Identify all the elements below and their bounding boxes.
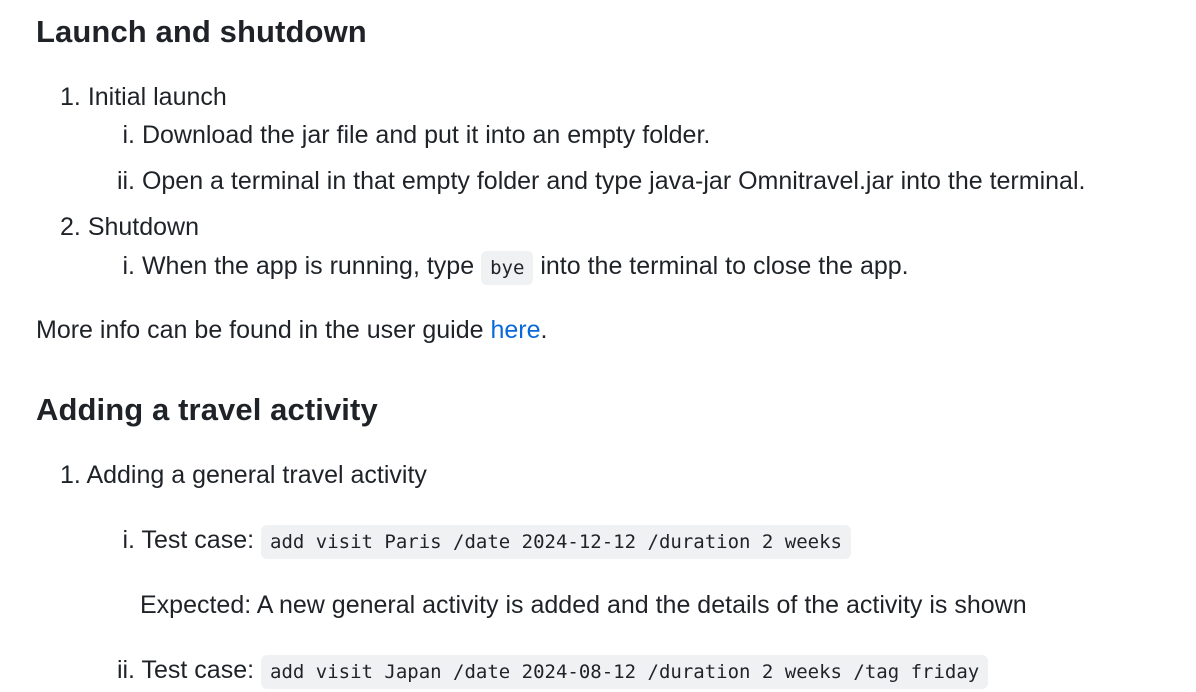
sub-item-bye: i. When the app is running, type bye int…	[119, 250, 909, 285]
user-guide-link[interactable]: here	[490, 316, 540, 344]
sub-item-download: i. Download the jar file and put it into…	[119, 119, 711, 151]
inline-code-bye: bye	[481, 251, 534, 285]
sub-item-text: When the app is running, type	[141, 252, 475, 280]
sub-item-text: into the terminal to close the app.	[540, 252, 909, 280]
list-item-label: Adding a general travel activity	[86, 461, 427, 489]
list-number: 2.	[60, 213, 81, 241]
heading-launch-and-shutdown: Launch and shutdown	[36, 14, 367, 49]
sub-item-open-terminal: ii. Open a terminal in that empty folder…	[112, 165, 1086, 197]
sub-list-number: ii.	[116, 656, 135, 684]
period: .	[540, 316, 548, 344]
sub-item-text: Download the jar file and put it into an…	[141, 121, 711, 149]
heading-adding-travel-activity: Adding a travel activity	[36, 392, 378, 427]
sub-list-number: i.	[122, 121, 136, 149]
list-item-general-activity: 1. Adding a general travel activity	[60, 459, 427, 491]
sub-item-test-case-japan: ii. Test case: add visit Japan /date 202…	[112, 654, 989, 689]
inline-code-command: add visit Paris /date 2024-12-12 /durati…	[261, 525, 851, 559]
test-case-label: Test case:	[141, 656, 255, 684]
inline-code-command: add visit Japan /date 2024-08-12 /durati…	[261, 655, 989, 689]
sub-item-test-case-paris: i. Test case: add visit Paris /date 2024…	[119, 524, 851, 559]
list-number: 1.	[60, 83, 81, 111]
list-item-initial-launch: 1. Initial launch	[60, 81, 227, 113]
list-item-shutdown: 2. Shutdown	[60, 211, 199, 243]
more-info-text: More info can be found in the user guide	[36, 316, 484, 344]
test-case-label: Test case:	[141, 526, 255, 554]
list-number: 1.	[60, 461, 81, 489]
more-info-paragraph: More info can be found in the user guide…	[36, 314, 547, 346]
sub-list-number: ii.	[116, 167, 135, 195]
sub-list-number: i.	[122, 526, 136, 554]
sub-list-number: i.	[122, 252, 136, 280]
sub-item-text: Open a terminal in that empty folder and…	[141, 167, 1086, 195]
list-item-label: Shutdown	[87, 213, 200, 241]
expected-result: Expected: A new general activity is adde…	[140, 591, 1027, 619]
list-item-label: Initial launch	[87, 83, 227, 111]
